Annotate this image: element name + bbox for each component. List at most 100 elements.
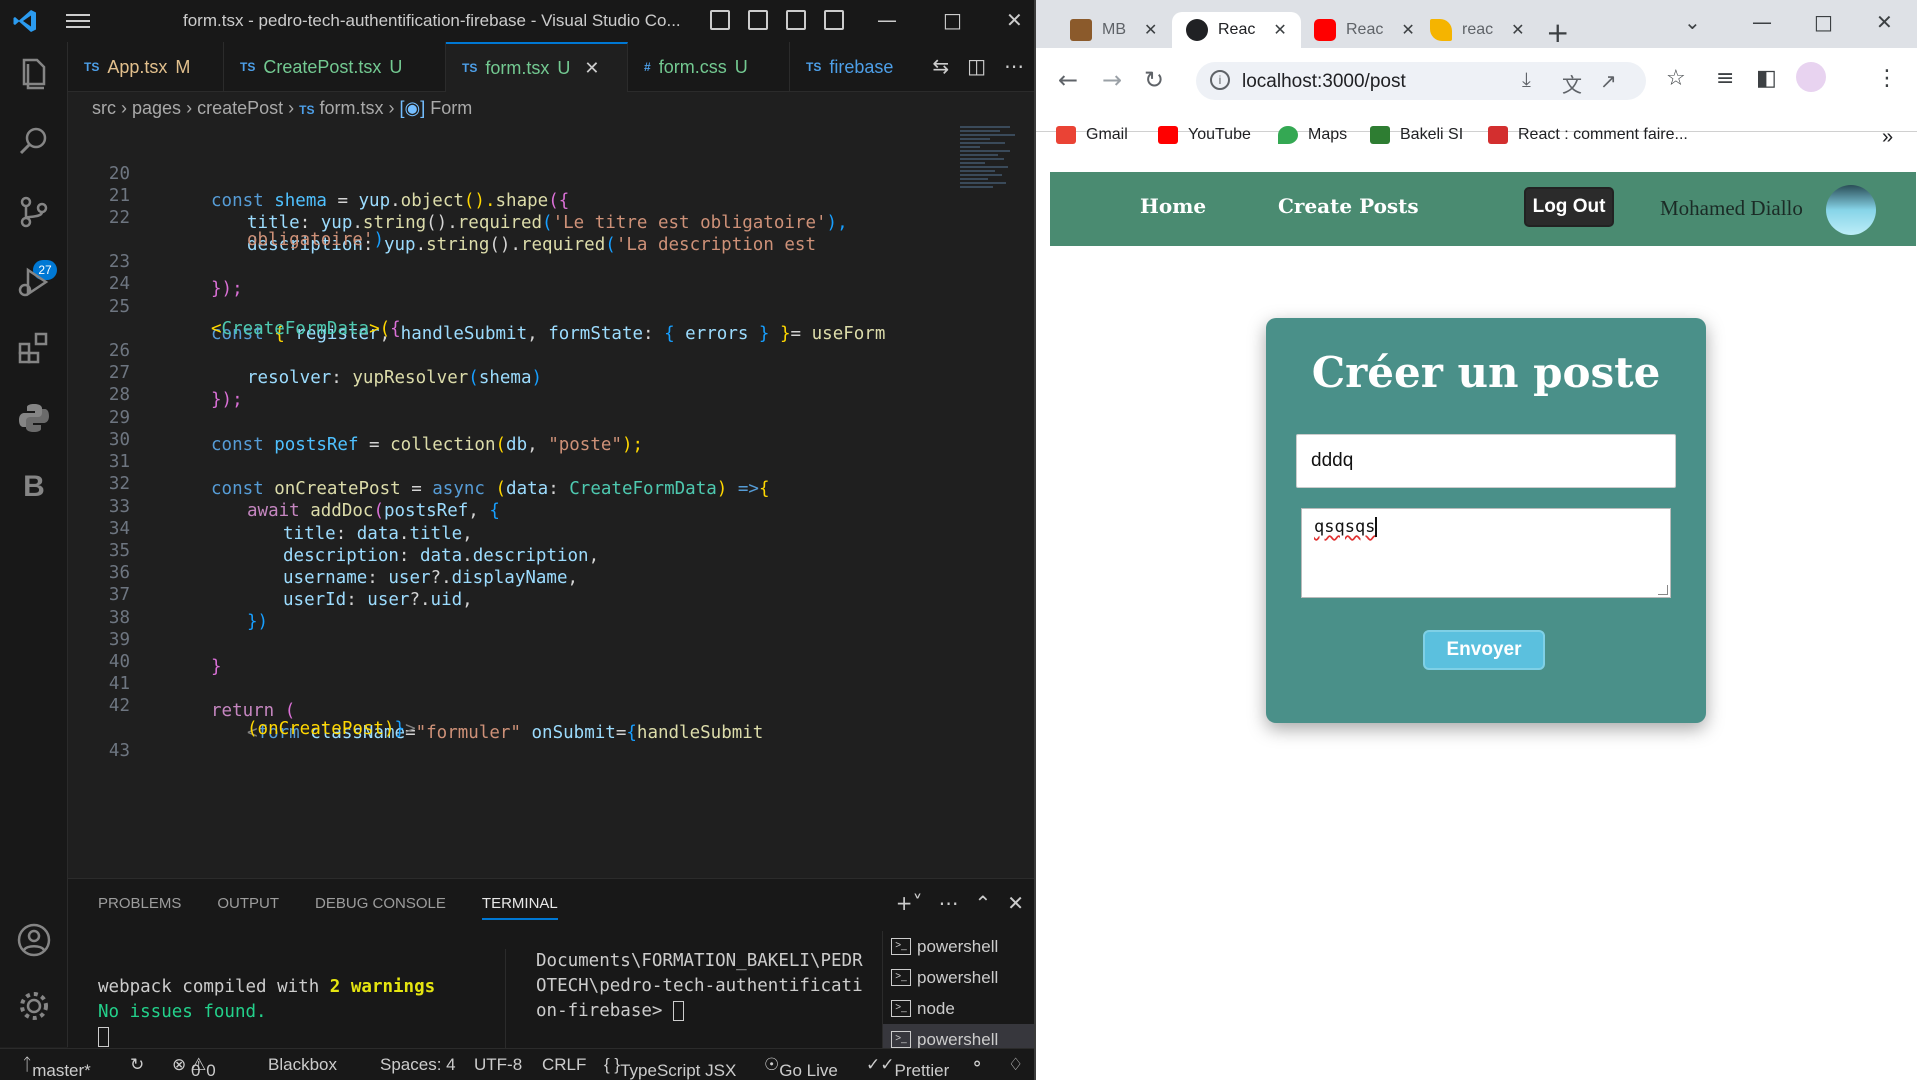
toggle-panel-icon[interactable] [748, 10, 768, 30]
problems-count[interactable]: ⊗ 0 ⚠ 0 [172, 1055, 216, 1080]
terminal-split[interactable]: Documents\FORMATION_BAKELI\PEDR OTECH\pe… [505, 949, 885, 1049]
browser-tab[interactable]: MB ✕ [1056, 12, 1171, 48]
breadcrumb-item[interactable]: src [92, 98, 116, 118]
browser-tab-active[interactable]: Reac ✕ [1172, 12, 1301, 48]
terminal-text: on-firebase> [536, 1001, 673, 1021]
tab-form-tsx[interactable]: TS form.tsx U ✕ [446, 42, 628, 92]
code-editor[interactable]: 20 const shema = yup.object().shape({ 21… [68, 126, 1034, 878]
close-tab-icon[interactable]: ✕ [1511, 20, 1524, 40]
new-terminal-icon[interactable]: +˅ [896, 891, 923, 915]
account-status-icon[interactable]: ⚬ [970, 1055, 984, 1075]
bookmark-react[interactable]: React : comment faire... [1488, 126, 1688, 144]
reload-icon[interactable]: ↻ [1144, 66, 1164, 94]
minimize-icon[interactable]: — [1752, 10, 1772, 34]
resize-handle-icon[interactable] [1658, 585, 1668, 595]
terminal-item[interactable]: >_ powershell [883, 962, 1034, 993]
submit-post-button[interactable]: Envoyer [1423, 630, 1545, 670]
nav-create-posts-link[interactable]: Create Posts [1278, 194, 1419, 218]
sync-icon[interactable]: ↻ [130, 1055, 144, 1075]
tab-firebase[interactable]: TS firebase [790, 42, 926, 92]
tab-app-tsx[interactable]: TS App.tsx M [68, 42, 224, 92]
extensions-icon[interactable] [16, 330, 52, 366]
more-actions-icon[interactable]: ⋯ [1004, 54, 1024, 78]
search-icon[interactable] [16, 124, 52, 160]
terminal-output[interactable]: webpack compiled with 2 warnings No issu… [98, 975, 435, 1050]
install-app-icon[interactable]: ⤓ [1522, 69, 1531, 92]
blackbox-icon[interactable]: B [16, 470, 52, 506]
close-panel-icon[interactable]: ✕ [1007, 891, 1024, 915]
close-window-icon[interactable]: ✕ [1006, 8, 1023, 32]
bookmark-maps[interactable]: Maps [1278, 126, 1347, 144]
logout-button[interactable]: Log Out [1524, 187, 1614, 227]
tab-form-css[interactable]: # form.css U [628, 42, 790, 92]
post-title-input[interactable]: dddq [1296, 434, 1676, 488]
minimap[interactable] [960, 124, 1020, 264]
status-indentation[interactable]: Spaces: 4 [380, 1055, 456, 1075]
status-encoding[interactable]: UTF-8 [474, 1055, 522, 1075]
manage-gear-icon[interactable] [16, 988, 52, 1024]
compare-changes-icon[interactable]: ⇆ [932, 54, 949, 78]
notifications-bell-icon[interactable]: ♢ [1008, 1055, 1023, 1075]
status-go-live[interactable]: ☉ Go Live [764, 1055, 838, 1080]
minimize-icon[interactable]: — [877, 8, 897, 32]
forward-arrow-icon[interactable]: → [1102, 66, 1122, 94]
tab-problems[interactable]: PROBLEMS [98, 895, 181, 920]
browser-tab[interactable]: Reac ✕ [1300, 12, 1429, 48]
site-info-icon[interactable]: i [1210, 70, 1230, 90]
status-prettier[interactable]: ✓✓ Prettier [866, 1055, 949, 1080]
app-navbar: Home Create Posts Log Out Mohamed Diallo [1050, 172, 1916, 246]
translate-icon[interactable]: 文 [1562, 69, 1582, 98]
breadcrumb-item[interactable]: createPost [197, 98, 283, 118]
maximize-icon[interactable]: □ [1814, 10, 1833, 34]
back-arrow-icon[interactable]: ← [1058, 66, 1078, 94]
close-tab-icon[interactable]: ✕ [1401, 20, 1414, 40]
new-tab-icon[interactable]: + [1546, 16, 1569, 49]
address-bar[interactable]: i localhost:3000/post ⤓ 文 ↗ [1196, 62, 1646, 100]
nav-home-link[interactable]: Home [1140, 194, 1206, 218]
close-tab-icon[interactable]: ✕ [1273, 20, 1286, 40]
post-description-textarea[interactable]: qsqsqs [1301, 508, 1671, 598]
bookmark-gmail[interactable]: Gmail [1056, 126, 1128, 144]
python-icon[interactable] [16, 400, 52, 436]
profile-avatar[interactable] [1796, 62, 1826, 92]
bookmark-star-icon[interactable]: ☆ [1666, 66, 1686, 91]
share-icon[interactable]: ↗ [1600, 69, 1617, 94]
bookmark-bakeli[interactable]: Bakeli SI [1370, 126, 1463, 144]
breadcrumb-item[interactable]: Form [430, 98, 472, 118]
tab-terminal[interactable]: TERMINAL [481, 895, 558, 920]
browser-tab[interactable]: reac ✕ [1416, 12, 1539, 48]
breadcrumb-item[interactable]: pages [132, 98, 181, 118]
customize-layout-icon[interactable] [824, 10, 844, 30]
tab-search-chevron-icon[interactable]: ⌄ [1684, 10, 1701, 34]
bookmark-youtube[interactable]: YouTube [1158, 126, 1251, 144]
terminal-item[interactable]: >_ node [883, 993, 1034, 1024]
breadcrumb-item[interactable]: form.tsx [320, 98, 384, 118]
close-window-icon[interactable]: ✕ [1876, 10, 1893, 34]
maximize-panel-icon[interactable]: ⌃ [974, 891, 991, 915]
maximize-icon[interactable]: □ [943, 8, 962, 32]
side-panel-icon[interactable]: ◧ [1756, 66, 1777, 91]
hamburger-menu-icon[interactable] [66, 10, 90, 32]
more-bookmarks-icon[interactable]: » [1882, 126, 1893, 149]
more-actions-icon[interactable]: ⋯ [938, 891, 958, 915]
source-control-icon[interactable] [16, 194, 52, 230]
status-blackbox[interactable]: Blackbox [268, 1055, 337, 1075]
close-tab-icon[interactable]: ✕ [584, 58, 599, 79]
tab-debug-console[interactable]: DEBUG CONSOLE [315, 895, 446, 920]
tab-createpost-tsx[interactable]: TS CreatePost.tsx U [224, 42, 446, 92]
tab-output[interactable]: OUTPUT [217, 895, 279, 920]
close-tab-icon[interactable]: ✕ [1144, 20, 1157, 40]
split-editor-icon[interactable]: ◫ [967, 54, 986, 78]
toggle-secondary-sidebar-icon[interactable] [786, 10, 806, 30]
status-language[interactable]: { } TypeScript JSX [604, 1055, 736, 1080]
ts-file-icon: TS [462, 61, 478, 75]
media-controls-icon[interactable]: ≡ [1716, 66, 1734, 91]
toggle-primary-sidebar-icon[interactable] [710, 10, 730, 30]
terminal-item[interactable]: >_ powershell [883, 931, 1034, 962]
explorer-icon[interactable] [16, 56, 52, 92]
account-icon[interactable] [16, 922, 52, 958]
git-branch[interactable]: ᛏ master* [22, 1055, 91, 1080]
status-eol[interactable]: CRLF [542, 1055, 586, 1075]
run-debug-icon[interactable] [16, 264, 52, 300]
chrome-menu-icon[interactable]: ⋮ [1876, 66, 1898, 91]
